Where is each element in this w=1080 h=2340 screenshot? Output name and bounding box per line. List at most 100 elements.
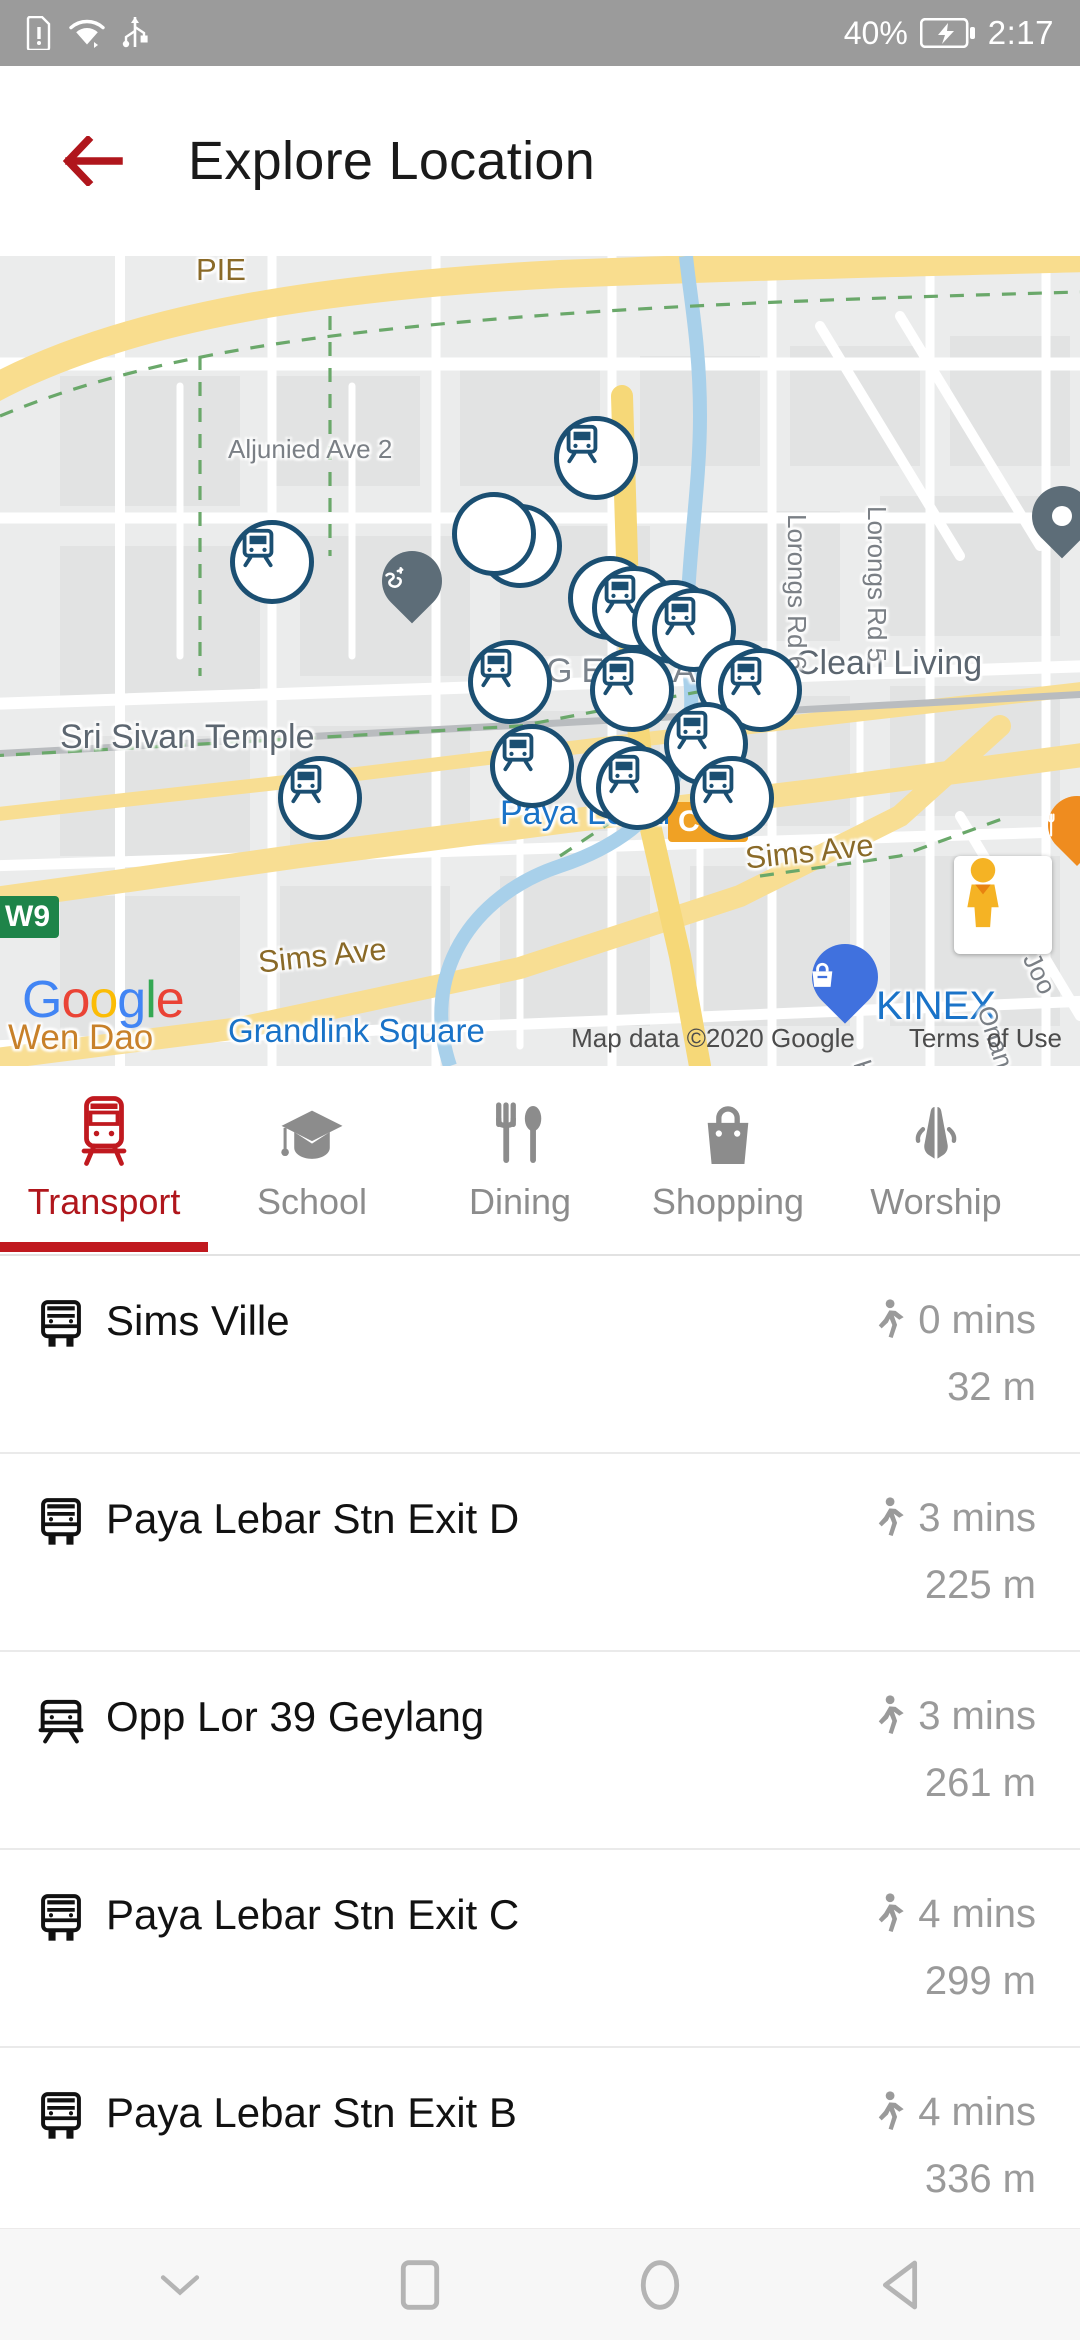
shopping-bag-icon: [812, 962, 833, 987]
list-item[interactable]: Opp Lor 39 Geylang 3 mins 261 m: [0, 1652, 1080, 1850]
triangle-left-icon: [882, 2260, 918, 2309]
train-icon: [602, 656, 634, 696]
map-pin-transit[interactable]: [278, 756, 362, 840]
list-item-right: 0 mins 32 m: [874, 1298, 1036, 1410]
walking-person-icon: [878, 2090, 904, 2130]
walk-time-value: 3 mins: [918, 1694, 1036, 1738]
walk-time: 3 mins: [874, 1694, 1036, 1739]
train-icon: [702, 764, 734, 804]
list-item-left: Paya Lebar Stn Exit B: [38, 2090, 517, 2142]
train-icon: [566, 424, 598, 464]
tab-transport[interactable]: Transport: [0, 1066, 208, 1252]
graduation-cap-icon: [279, 1095, 345, 1167]
train-icon: [242, 528, 274, 568]
list-item-right: 4 mins 299 m: [874, 1892, 1036, 2004]
circle-icon: [640, 2259, 680, 2310]
map-data-attribution: Map data ©2020 Google: [571, 1023, 855, 1053]
walk-time: 4 mins: [874, 2090, 1036, 2135]
map-pin-transit[interactable]: [554, 416, 638, 500]
walking-person-icon: [878, 1694, 904, 1734]
list-item[interactable]: Paya Lebar Stn Exit B 4 mins 336 m: [0, 2048, 1080, 2246]
back-arrow-icon: [62, 136, 123, 186]
chevron-down-icon: [160, 2274, 200, 2296]
list-item-name: Paya Lebar Stn Exit B: [106, 2089, 517, 2136]
list-item-name: Opp Lor 39 Geylang: [106, 1693, 485, 1740]
distance-value: 225 m: [924, 1563, 1036, 1607]
map-pin-transit[interactable]: [452, 492, 536, 576]
tab-dining[interactable]: Dining: [416, 1066, 624, 1252]
tab-worship[interactable]: Worship: [832, 1066, 1040, 1252]
fork-spoon-icon: [491, 1095, 549, 1167]
bus-icon: [41, 2092, 81, 2139]
hide-navbar-button[interactable]: [120, 2229, 240, 2340]
walking-person-icon: [878, 1496, 904, 1536]
list-item-right: 3 mins 225 m: [874, 1496, 1036, 1608]
walk-time-value: 0 mins: [918, 1298, 1036, 1342]
map-attribution-row: Map data ©2020 Google Terms of Use: [571, 1023, 1062, 1054]
back-navigation-button[interactable]: [58, 125, 130, 197]
sim-alert-icon: [26, 16, 51, 50]
train-icon: [502, 732, 534, 772]
bus-icon: [41, 1498, 81, 1545]
map-pin-transit[interactable]: [590, 648, 674, 732]
battery-charging-icon: [919, 18, 975, 48]
list-item-name: Sims Ville: [106, 1297, 290, 1344]
walking-person-icon: [878, 1892, 904, 1932]
bus-icon: [41, 1894, 81, 1941]
status-bar-right: 40% 2:17: [844, 14, 1054, 52]
map-pin-transit[interactable]: [490, 724, 574, 808]
train-icon: [730, 656, 762, 696]
status-bar: 40% 2:17: [0, 0, 1080, 66]
praying-hands-icon: [907, 1095, 965, 1167]
app-bar: Explore Location: [0, 66, 1080, 256]
walk-time: 4 mins: [874, 1892, 1036, 1937]
tab-more[interactable]: M: [1040, 1066, 1080, 1252]
home-button[interactable]: [600, 2229, 720, 2340]
map-pin-transit[interactable]: [468, 640, 552, 724]
list-item-name: Paya Lebar Stn Exit C: [106, 1891, 520, 1938]
category-tab-bar[interactable]: Transport School Dining Shopping Worship: [0, 1066, 1080, 1256]
tab-school[interactable]: School: [208, 1066, 416, 1252]
recents-button[interactable]: [360, 2229, 480, 2340]
map-pin-transit[interactable]: [230, 520, 314, 604]
back-button[interactable]: [840, 2229, 960, 2340]
list-item[interactable]: Paya Lebar Stn Exit D 3 mins 225 m: [0, 1454, 1080, 1652]
list-item-left: Opp Lor 39 Geylang: [38, 1694, 484, 1746]
train-icon: [608, 754, 640, 794]
google-logo: Google: [22, 971, 185, 1029]
om-temple-icon: [385, 566, 404, 588]
train-icon: [74, 1095, 134, 1167]
walk-time: 0 mins: [874, 1298, 1036, 1343]
train-icon: [676, 710, 708, 750]
distance-value: 261 m: [924, 1761, 1036, 1805]
map-pin-transit[interactable]: [690, 756, 774, 840]
distance-value: 336 m: [924, 2157, 1036, 2201]
page-title: Explore Location: [188, 131, 596, 191]
status-bar-left-icons: [26, 15, 148, 51]
train-icon: [664, 596, 696, 636]
terms-of-use-link[interactable]: Terms of Use: [909, 1023, 1062, 1054]
tab-label: School: [256, 1181, 368, 1222]
tab-label: Dining: [468, 1181, 572, 1222]
android-navigation-bar: [0, 2228, 1080, 2340]
street-view-pegman-button[interactable]: [954, 856, 1052, 954]
tab-label: Shopping: [651, 1181, 805, 1222]
tab-shopping[interactable]: Shopping: [624, 1066, 832, 1252]
list-item-left: Paya Lebar Stn Exit D: [38, 1496, 519, 1548]
square-icon: [400, 2259, 440, 2310]
map-pin-transit[interactable]: [596, 746, 680, 830]
battery-percent-label: 40%: [843, 14, 908, 51]
map-badge-expressway: W9: [0, 896, 59, 938]
list-item[interactable]: Paya Lebar Stn Exit C 4 mins 299 m: [0, 1850, 1080, 2048]
walk-time-value: 3 mins: [918, 1496, 1036, 1540]
map-view[interactable]: PIE Aljunied Ave 2 Sri Sivan Temple GEYL…: [0, 256, 1080, 1066]
food-icon: [1047, 813, 1055, 837]
list-item[interactable]: Sims Ville 0 mins 32 m: [0, 1256, 1080, 1454]
wifi-icon: [69, 19, 105, 48]
pegman-icon: [967, 857, 999, 928]
distance-value: 299 m: [924, 1959, 1036, 2003]
train-icon: [38, 1699, 84, 1744]
list-item-right: 4 mins 336 m: [874, 2090, 1036, 2202]
place-dot-icon: [1052, 506, 1072, 526]
distance-value: 32 m: [947, 1365, 1036, 1409]
